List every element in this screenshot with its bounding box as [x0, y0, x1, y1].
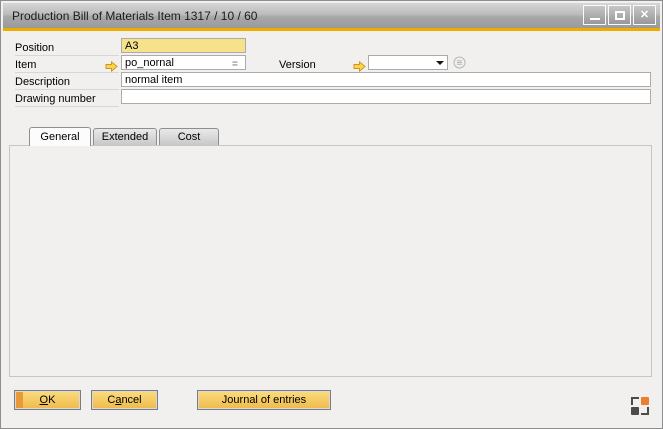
position-input[interactable] — [121, 38, 246, 53]
minimize-icon — [590, 18, 600, 20]
expand-form-icon-orange-square — [641, 397, 649, 405]
tab-general[interactable]: General — [29, 127, 91, 146]
minimize-button[interactable] — [583, 5, 606, 25]
description-label: Description — [15, 76, 119, 90]
choose-from-list-icon[interactable]: = — [232, 59, 238, 70]
dropdown-arrow-icon — [436, 61, 444, 65]
expand-form-icon-corner — [631, 397, 639, 405]
version-list-icon — [453, 56, 466, 69]
version-link-arrow-icon[interactable] — [353, 59, 366, 70]
close-button[interactable]: ✕ — [633, 5, 656, 25]
window-title: Production Bill of Materials Item 1317 /… — [12, 9, 257, 23]
cancel-button[interactable]: Cancel — [91, 390, 158, 410]
description-input[interactable] — [121, 72, 651, 87]
tab-cost[interactable]: Cost — [159, 128, 219, 145]
item-input[interactable] — [121, 55, 246, 70]
window-controls: ✕ — [583, 5, 656, 25]
title-bar: Production Bill of Materials Item 1317 /… — [3, 3, 660, 28]
drawing-number-input[interactable] — [121, 89, 651, 104]
maximize-button[interactable] — [608, 5, 631, 25]
item-label: Item — [15, 59, 119, 73]
accent-bar — [3, 28, 660, 31]
journal-of-entries-button[interactable]: Journal of entries — [197, 390, 331, 410]
expand-form-icon-corner — [641, 407, 649, 415]
ok-button[interactable]: OK — [14, 390, 81, 410]
version-dropdown[interactable] — [368, 55, 448, 70]
drawing-number-label: Drawing number — [15, 93, 119, 107]
maximize-icon — [615, 11, 625, 20]
general-tab-pane — [9, 145, 652, 377]
tab-extended[interactable]: Extended — [93, 128, 157, 145]
production-bom-window: Production Bill of Materials Item 1317 /… — [0, 0, 663, 429]
expand-form-icon[interactable] — [631, 397, 649, 415]
close-icon: ✕ — [640, 9, 649, 21]
position-label: Position — [15, 42, 119, 56]
item-link-arrow-icon[interactable] — [105, 59, 118, 70]
expand-form-icon-gray-square — [631, 407, 639, 415]
version-label: Version — [279, 59, 351, 73]
